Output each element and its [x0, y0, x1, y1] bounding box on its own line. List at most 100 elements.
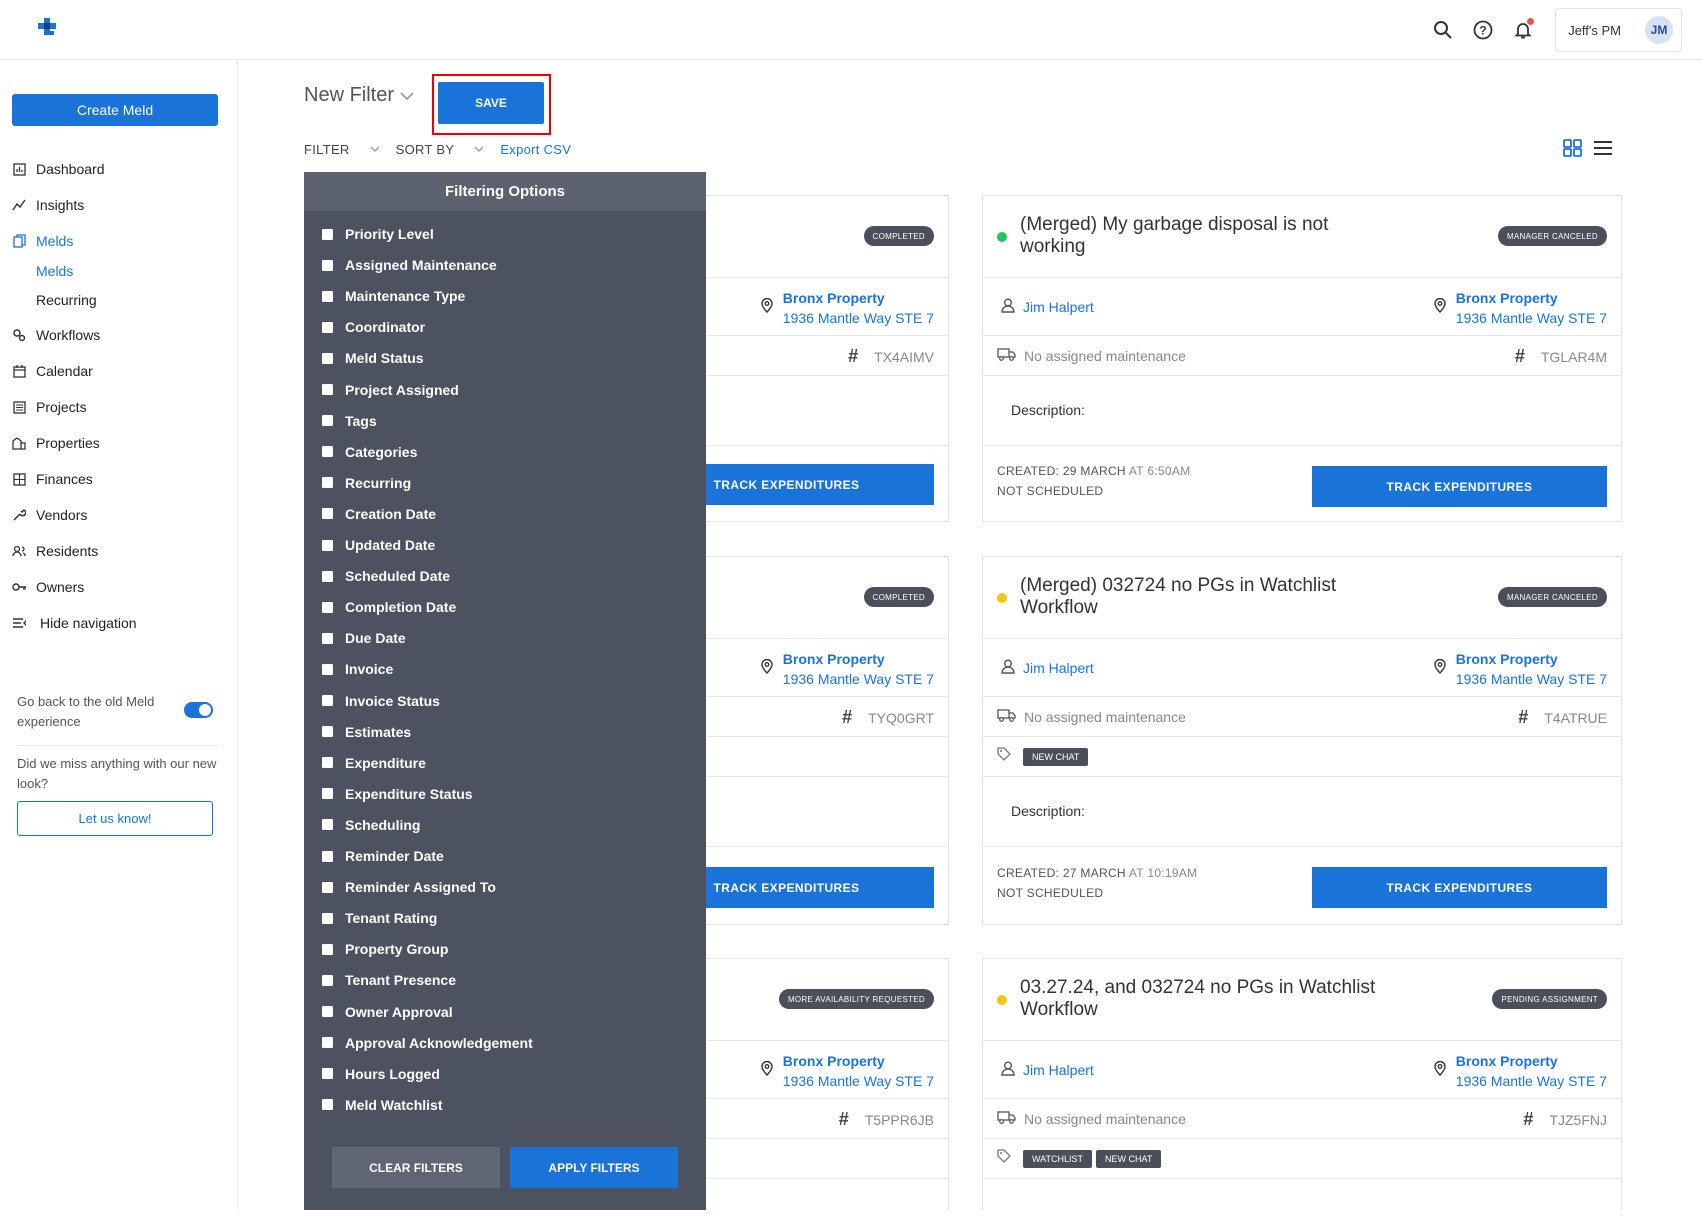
filter-option-project-assigned[interactable]: Project Assigned [322, 382, 459, 398]
let-us-know-button[interactable]: Let us know! [17, 801, 213, 836]
help-icon[interactable]: ? [1463, 10, 1503, 50]
tag-badge[interactable]: NEW CHAT [1023, 747, 1089, 766]
list-view-icon[interactable] [1593, 139, 1613, 162]
filter-name-dropdown[interactable]: New Filter [304, 84, 414, 107]
filter-option-expenditure-status[interactable]: Expenditure Status [322, 786, 473, 802]
checkbox[interactable] [322, 1068, 333, 1080]
filter-option-tenant-presence[interactable]: Tenant Presence [322, 972, 456, 988]
sidebar-item-properties[interactable]: Properties [12, 432, 232, 454]
meld-card[interactable]: MORE AVAILABILITY REQUESTED Bronx Proper… [680, 958, 949, 1210]
track-expenditures-button[interactable]: TRACK EXPENDITURES [1312, 466, 1607, 507]
assignee-link[interactable]: Jim Halpert [1001, 1061, 1094, 1079]
checkbox[interactable] [322, 508, 333, 520]
filter-option-meld-watchlist[interactable]: Meld Watchlist [322, 1097, 443, 1113]
meld-card[interactable]: COMPLETED Bronx Property 1936 Mantle Way … [639, 195, 949, 522]
checkbox[interactable] [322, 228, 333, 240]
checkbox[interactable] [322, 788, 333, 800]
checkbox[interactable] [322, 726, 333, 738]
export-csv-link[interactable]: Export CSV [500, 142, 571, 157]
sidebar-item-owners[interactable]: Owners [12, 576, 232, 598]
filter-option-invoice-status[interactable]: Invoice Status [322, 693, 440, 709]
filter-option-recurring[interactable]: Recurring [322, 475, 411, 491]
checkbox[interactable] [322, 1037, 333, 1049]
checkbox[interactable] [322, 912, 333, 924]
meld-logo-icon[interactable] [36, 18, 62, 42]
filter-option-completion-date[interactable]: Completion Date [322, 599, 456, 615]
filter-option-reminder-assigned-to[interactable]: Reminder Assigned To [322, 879, 496, 895]
checkbox[interactable] [322, 477, 333, 489]
checkbox[interactable] [322, 601, 333, 613]
meld-title[interactable]: 03.27.24, and 032724 no PGs in Watchlist… [1020, 977, 1380, 1021]
sidebar-item-calendar[interactable]: Calendar [12, 360, 232, 382]
checkbox[interactable] [322, 819, 333, 831]
meld-title[interactable]: (Merged) 032724 no PGs in Watchlist Work… [1020, 575, 1380, 619]
checkbox[interactable] [322, 321, 333, 333]
checkbox[interactable] [322, 663, 333, 675]
checkbox[interactable] [322, 1006, 333, 1017]
hide-navigation-button[interactable]: Hide navigation [12, 612, 232, 634]
filter-option-scheduling[interactable]: Scheduling [322, 817, 420, 833]
checkbox[interactable] [322, 384, 333, 395]
filter-option-coordinator[interactable]: Coordinator [322, 319, 425, 335]
filter-option-tags[interactable]: Tags [322, 413, 377, 429]
checkbox[interactable] [322, 881, 333, 893]
apply-filters-button[interactable]: APPLY FILTERS [510, 1147, 678, 1188]
meld-title[interactable]: (Merged) My garbage disposal is not work… [1020, 214, 1380, 258]
checkbox[interactable] [322, 446, 333, 458]
checkbox[interactable] [322, 632, 333, 644]
checkbox[interactable] [322, 757, 333, 769]
clear-filters-button[interactable]: CLEAR FILTERS [332, 1147, 500, 1188]
sort-by-dropdown[interactable]: SORT BY [396, 142, 485, 157]
filter-option-maintenance-type[interactable]: Maintenance Type [322, 288, 465, 304]
checkbox[interactable] [322, 695, 333, 706]
sidebar-item-melds[interactable]: Melds [12, 230, 232, 252]
sidebar-subitem-melds[interactable]: Melds [36, 263, 73, 279]
property-link[interactable]: Bronx Property 1936 Mantle Way STE 7 [761, 649, 934, 689]
meld-card[interactable]: (Merged) 032724 no PGs in Watchlist Work… [982, 556, 1622, 925]
tag-badge[interactable]: NEW CHAT [1096, 1149, 1162, 1168]
sidebar-item-vendors[interactable]: Vendors [12, 504, 232, 526]
filter-option-hours-logged[interactable]: Hours Logged [322, 1066, 440, 1082]
checkbox[interactable] [322, 415, 333, 427]
notifications-bell-icon[interactable] [1503, 10, 1543, 50]
sidebar-item-workflows[interactable]: Workflows [12, 324, 232, 346]
filter-option-tenant-rating[interactable]: Tenant Rating [322, 910, 437, 926]
filter-option-approval-acknowledgement[interactable]: Approval Acknowledgement [322, 1035, 533, 1051]
sidebar-item-dashboard[interactable]: Dashboard [12, 158, 232, 180]
checkbox[interactable] [322, 352, 333, 364]
property-link[interactable]: Bronx Property 1936 Mantle Way STE 7 [761, 1051, 934, 1091]
tag-badge[interactable]: WATCHLIST [1023, 1149, 1092, 1168]
filter-option-expenditure[interactable]: Expenditure [322, 755, 426, 771]
checkbox[interactable] [322, 1099, 333, 1111]
filter-option-updated-date[interactable]: Updated Date [322, 537, 435, 553]
sidebar-item-residents[interactable]: Residents [12, 540, 232, 562]
sidebar-subitem-recurring[interactable]: Recurring [36, 292, 97, 308]
checkbox[interactable] [322, 290, 333, 302]
filter-option-property-group[interactable]: Property Group [322, 941, 448, 957]
checkbox[interactable] [322, 943, 333, 955]
filter-option-scheduled-date[interactable]: Scheduled Date [322, 568, 450, 584]
filter-option-categories[interactable]: Categories [322, 444, 417, 460]
assignee-link[interactable]: Jim Halpert [1001, 659, 1094, 677]
search-icon[interactable] [1423, 10, 1463, 50]
property-link[interactable]: Bronx Property 1936 Mantle Way STE 7 [1434, 1051, 1607, 1091]
filter-option-due-date[interactable]: Due Date [322, 630, 406, 646]
sidebar-item-finances[interactable]: Finances [12, 468, 232, 490]
filter-option-owner-approval[interactable]: Owner Approval [322, 1004, 453, 1020]
track-expenditures-button[interactable]: TRACK EXPENDITURES [1312, 867, 1607, 908]
property-link[interactable]: Bronx Property 1936 Mantle Way STE 7 [1434, 288, 1607, 328]
meld-card[interactable]: COMPLETED Bronx Property 1936 Mantle Way … [639, 556, 949, 925]
sidebar-item-projects[interactable]: Projects [12, 396, 232, 418]
save-button[interactable]: SAVE [438, 82, 544, 124]
property-link[interactable]: Bronx Property 1936 Mantle Way STE 7 [1434, 649, 1607, 689]
user-menu[interactable]: Jeff's PM JM [1555, 8, 1682, 52]
meld-card[interactable]: (Merged) My garbage disposal is not work… [982, 195, 1622, 522]
filter-option-creation-date[interactable]: Creation Date [322, 506, 436, 522]
meld-card[interactable]: 03.27.24, and 032724 no PGs in Watchlist… [982, 958, 1622, 1210]
filter-option-assigned-maintenance[interactable]: Assigned Maintenance [322, 257, 497, 273]
filter-option-estimates[interactable]: Estimates [322, 724, 411, 740]
filter-option-meld-status[interactable]: Meld Status [322, 350, 424, 366]
checkbox[interactable] [322, 850, 333, 862]
checkbox[interactable] [322, 259, 333, 271]
create-meld-button[interactable]: Create Meld [12, 94, 218, 126]
